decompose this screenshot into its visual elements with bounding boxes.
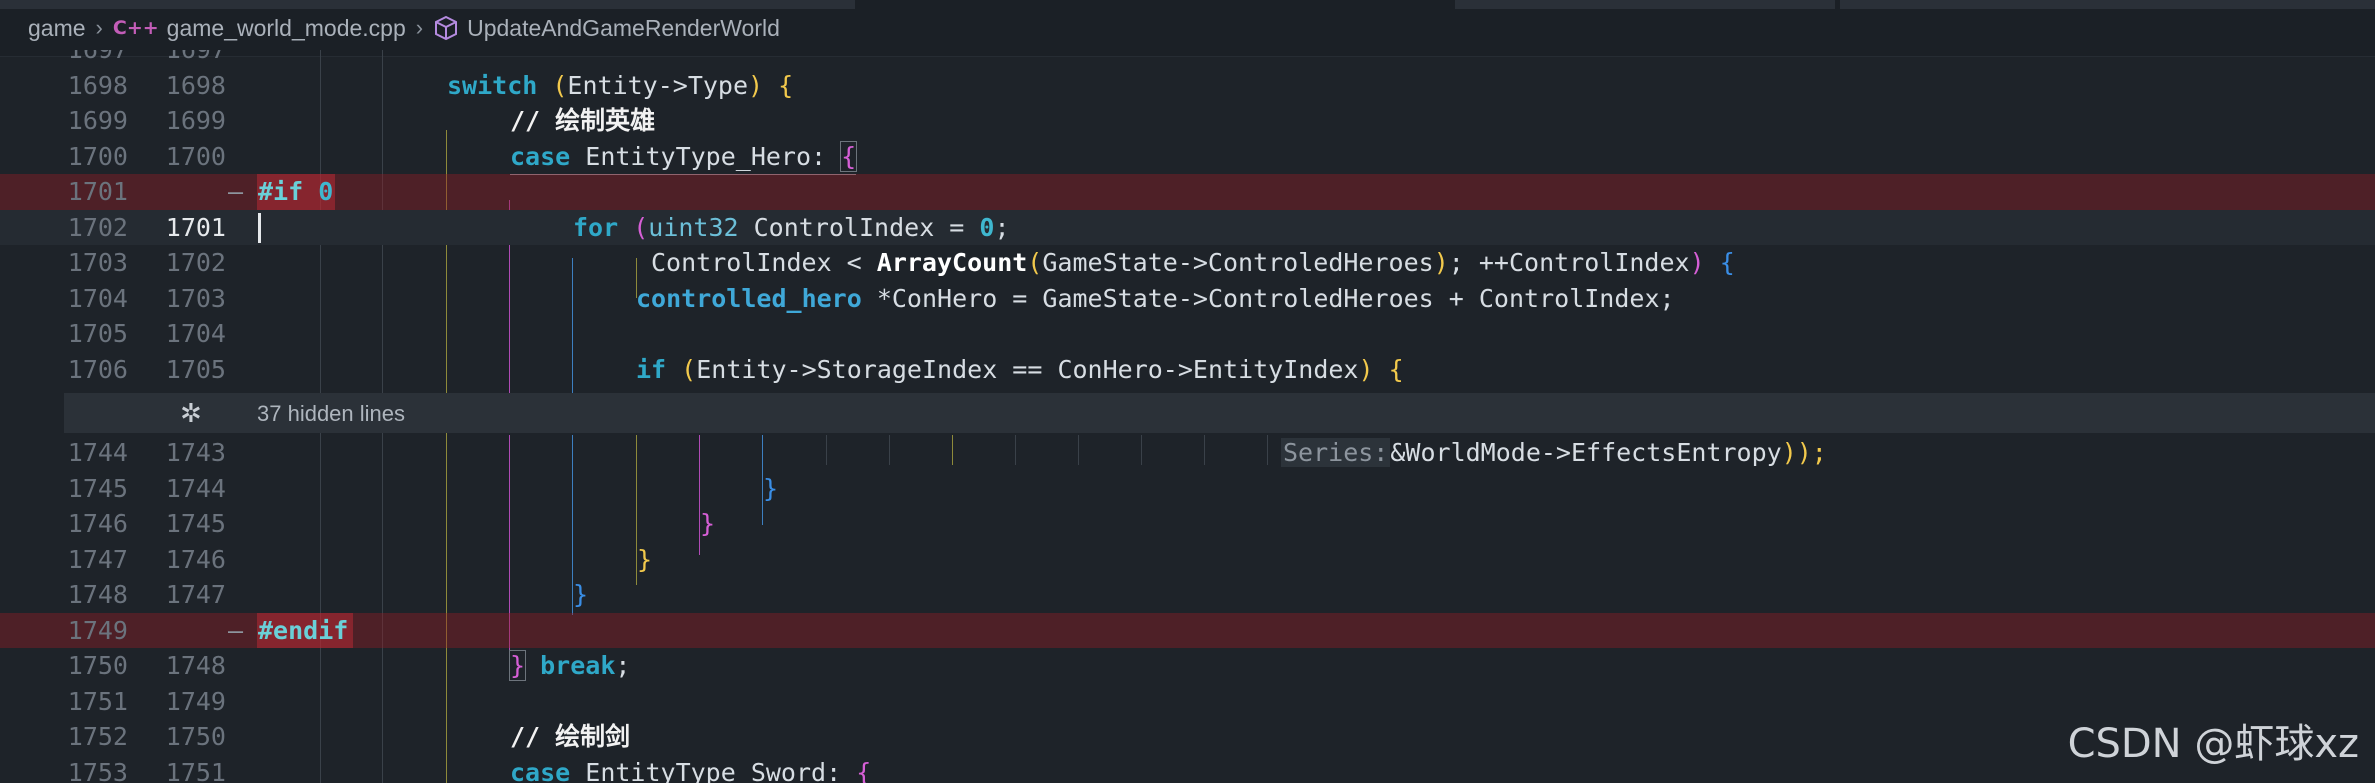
line-number: 1751	[67, 686, 128, 716]
code-line[interactable]: 1752 1750 // 绘制剑	[0, 719, 2375, 755]
line-number: 1750	[67, 651, 128, 680]
breadcrumb: game › C++ game_world_mode.cpp › UpdateA…	[0, 0, 2375, 57]
line-number: 1744	[67, 438, 128, 467]
line-number: 1747	[165, 580, 226, 609]
code-line[interactable]: 1697 1697	[0, 50, 2375, 68]
tab-strip	[0, 0, 855, 9]
fold-expand-icon[interactable]: ✲	[180, 399, 202, 429]
inlay-hint: Series:	[1281, 438, 1391, 467]
line-number: 1706	[67, 354, 128, 384]
code-line[interactable]: 1753 1751 case EntityType_Sword: {	[0, 755, 2375, 783]
line-number: 1698	[165, 70, 226, 100]
line-number: 1743	[165, 438, 226, 467]
code-editor[interactable]: 1697 1697 1698 1698 switch (Entity->Type…	[0, 50, 2375, 783]
fold-toggle-icon[interactable]: —	[228, 613, 243, 649]
chevron-right-icon: ›	[415, 15, 424, 40]
line-number: 1749	[165, 686, 226, 716]
code-text: }	[637, 544, 653, 574]
line-number: 1703	[67, 248, 128, 277]
cube-icon	[433, 15, 459, 41]
code-line[interactable]: 1698 1698 switch (Entity->Type) {	[0, 68, 2375, 104]
line-number: 1702	[67, 212, 128, 242]
line-number: 1748	[165, 651, 226, 680]
code-line[interactable]: 1747 1746 }	[0, 542, 2375, 578]
line-number: 1753	[67, 757, 128, 783]
code-line[interactable]: 1748 1747 }	[0, 577, 2375, 613]
line-number: 1701	[67, 177, 128, 206]
line-number: 1750	[165, 722, 226, 751]
line-number: 1746	[165, 544, 226, 574]
code-comment: // 绘制剑	[510, 722, 631, 751]
code-text: ControlIndex < ArrayCount(GameState->Con…	[651, 248, 1735, 277]
code-line[interactable]: 1700 1700 case EntityType_Hero: {	[0, 139, 2375, 175]
hidden-lines-label: 37 hidden lines	[257, 401, 406, 426]
line-number: 1705	[67, 319, 128, 348]
code-text: if (Entity->StorageIndex == ConHero->Ent…	[636, 354, 1404, 384]
code-line-current[interactable]: 1702 1701 for (uint32 ControlIndex = 0;	[0, 209, 2375, 245]
line-number: 1751	[165, 757, 226, 783]
code-text: }	[700, 509, 716, 538]
code-line[interactable]: 1704 1703 controlled_hero *ConHero = Gam…	[0, 281, 2375, 317]
code-text: }	[763, 473, 779, 503]
code-line[interactable]: 1699 1699 // 绘制英雄	[0, 103, 2375, 139]
code-text: controlled_hero *ConHero = GameState->Co…	[636, 283, 1675, 313]
line-number: 1702	[165, 248, 226, 277]
breadcrumb-file[interactable]: C++ game_world_mode.cpp	[113, 15, 406, 42]
code-line[interactable]: 1751 1749	[0, 684, 2375, 720]
preprocessor-line[interactable]: 1701 — #if 0	[0, 174, 2375, 210]
line-number: 1703	[165, 283, 226, 313]
line-number: 1746	[67, 509, 128, 538]
text-cursor	[258, 212, 261, 243]
code-line[interactable]: 1746 1745 }	[0, 506, 2375, 542]
code-text: #endif	[258, 615, 349, 645]
line-number: 1700	[165, 141, 226, 171]
hidden-lines-bar[interactable]: ✲ 37 hidden lines	[64, 393, 2375, 433]
code-text: case EntityType_Hero: {	[510, 139, 858, 175]
line-number: 1747	[67, 544, 128, 574]
code-text: case EntityType_Sword: {	[510, 757, 872, 783]
line-number: 1697	[128, 50, 226, 68]
line-number: 1698	[67, 70, 128, 100]
line-number: 1704	[67, 283, 128, 313]
preprocessor-line[interactable]: 1749 — #endif	[0, 612, 2375, 649]
code-text: }	[573, 580, 589, 609]
line-number: 1704	[165, 319, 226, 348]
code-line[interactable]: 1705 1704	[0, 316, 2375, 352]
line-number: 1745	[67, 473, 128, 503]
line-number: 1749	[67, 615, 128, 645]
code-line[interactable]: 1703 1702 ControlIndex < ArrayCount(Game…	[0, 245, 2375, 281]
code-text: for (uint32 ControlIndex = 0;	[573, 212, 1010, 242]
line-number: 1752	[67, 722, 128, 751]
code-text: } break;	[508, 650, 631, 681]
chevron-right-icon: ›	[95, 15, 103, 40]
breadcrumb-symbol[interactable]: UpdateAndGameRenderWorld	[433, 15, 780, 42]
code-line[interactable]: 1744 1743 Series:&WorldMode->EffectsEntr…	[0, 435, 2375, 471]
line-number: 1697	[20, 50, 128, 68]
code-comment: // 绘制英雄	[510, 106, 656, 135]
cpp-file-icon: C++	[112, 17, 159, 39]
watermark: CSDN @虾球xz	[2067, 721, 2359, 767]
line-number: 1699	[67, 106, 128, 135]
line-number: 1699	[165, 106, 226, 135]
code-line[interactable]: 1745 1744 }	[0, 471, 2375, 507]
code-line[interactable]: 1706 1705 if (Entity->StorageIndex == Co…	[0, 352, 2375, 388]
line-number: 1748	[67, 580, 128, 609]
line-number: 1701	[165, 212, 226, 242]
code-text: #if 0	[258, 177, 334, 206]
line-number: 1744	[165, 473, 226, 503]
breadcrumb-folder[interactable]: game	[28, 15, 86, 42]
tab-strip-segment	[1455, 0, 1835, 9]
line-number: 1745	[165, 509, 226, 538]
line-number: 1705	[165, 354, 226, 384]
line-number: 1700	[67, 141, 128, 171]
tab-strip-segment	[1840, 0, 2375, 9]
code-text: Series:&WorldMode->EffectsEntropy));	[1281, 438, 1827, 467]
code-line[interactable]: 1750 1748 } break;	[0, 648, 2375, 684]
fold-toggle-icon[interactable]: —	[228, 174, 243, 210]
code-text: switch (Entity->Type) {	[447, 70, 794, 100]
